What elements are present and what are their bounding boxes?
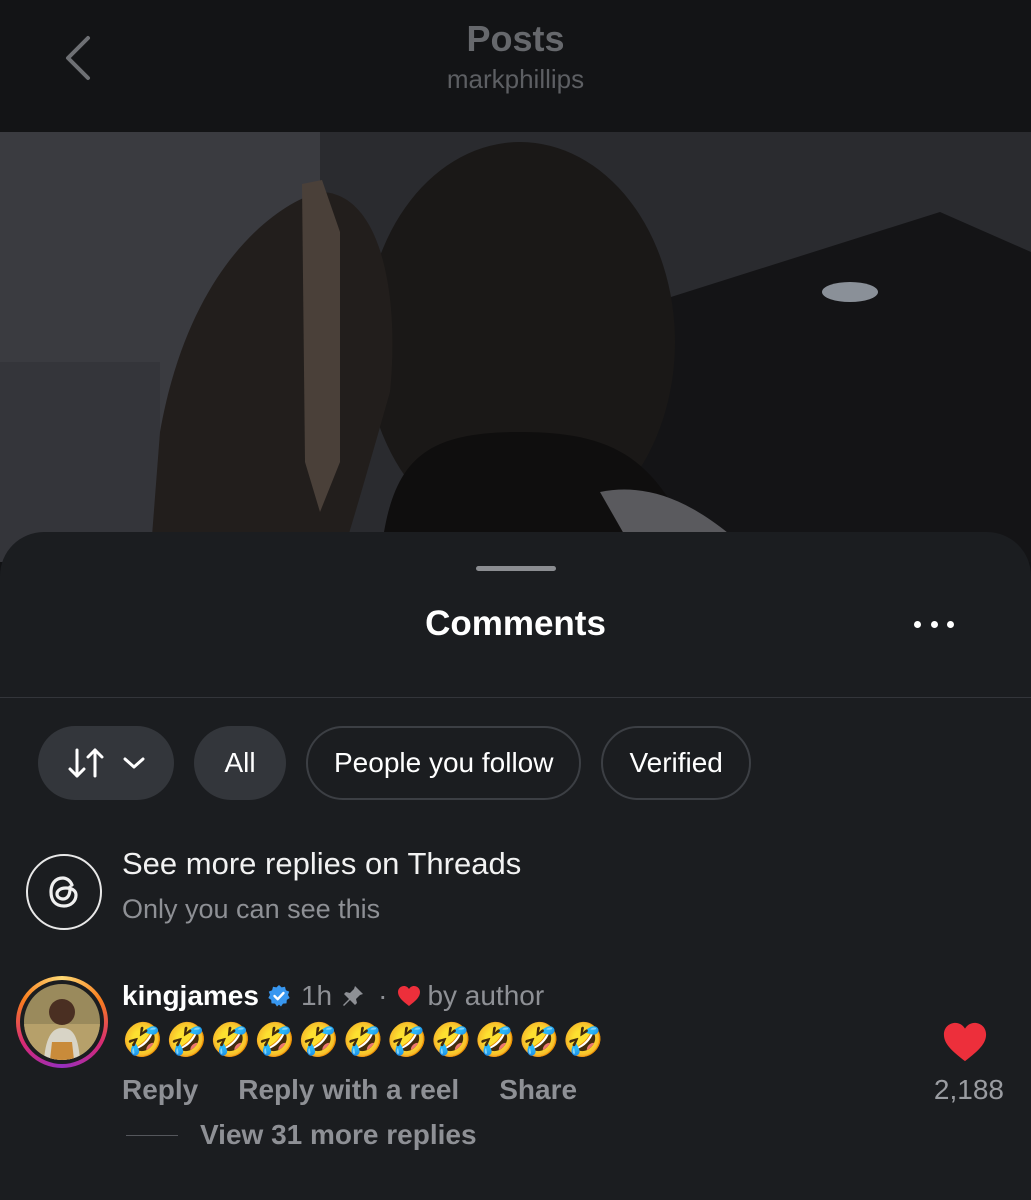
comment-username[interactable]: kingjames <box>122 980 259 1012</box>
reply-button[interactable]: Reply <box>122 1074 198 1106</box>
threads-logo-icon <box>26 854 102 930</box>
comment-meta: kingjames 1h · by author <box>122 978 544 1014</box>
filter-chips: All People you follow Verified <box>38 726 751 800</box>
avatar-photo <box>24 984 100 1060</box>
more-dot-icon <box>914 620 921 628</box>
sort-arrows-icon <box>68 748 104 778</box>
filter-chip-all[interactable]: All <box>194 726 286 800</box>
threads-prompt[interactable]: See more replies on Threads Only you can… <box>26 844 986 934</box>
pin-icon <box>343 986 364 1006</box>
chevron-down-icon <box>123 757 145 769</box>
divider <box>0 697 1031 698</box>
more-options-button[interactable] <box>910 610 958 638</box>
comment-actions: Reply Reply with a reel Share <box>122 1074 577 1106</box>
sort-button[interactable] <box>38 726 174 800</box>
heart-icon <box>398 986 421 1006</box>
comments-sheet: Comments All People you follow Verified <box>0 532 1031 1200</box>
liked-by-author-label: by author <box>427 980 545 1011</box>
view-more-replies-label: View 31 more replies <box>200 1119 477 1150</box>
filter-chip-people-you-follow[interactable]: People you follow <box>306 726 582 800</box>
more-dot-icon <box>930 620 938 628</box>
page-subtitle-username[interactable]: markphillips <box>0 64 1031 95</box>
top-bar: Posts markphillips <box>0 0 1031 132</box>
post-media[interactable] <box>0 132 1031 562</box>
reply-with-reel-button[interactable]: Reply with a reel <box>238 1074 459 1106</box>
comment-text: 🤣🤣🤣🤣🤣🤣🤣🤣🤣🤣🤣 <box>122 1020 607 1059</box>
separator-dot: · <box>378 980 388 1011</box>
share-button[interactable]: Share <box>499 1074 577 1106</box>
comment-time: 1h <box>300 980 333 1011</box>
replies-divider-line <box>126 1134 178 1136</box>
avatar[interactable] <box>16 976 108 1068</box>
comments-title: Comments <box>425 604 606 643</box>
threads-prompt-subtitle: Only you can see this <box>122 894 381 924</box>
threads-prompt-title: See more replies on Threads <box>122 846 522 881</box>
view-more-replies-button[interactable]: View 31 more replies <box>126 1118 477 1152</box>
filter-chip-verified[interactable]: Verified <box>601 726 751 800</box>
sheet-drag-handle[interactable] <box>476 566 556 571</box>
page-title: Posts <box>466 18 565 59</box>
more-dot-icon <box>947 620 954 628</box>
video-frame-image <box>0 132 1031 562</box>
verified-badge-icon <box>268 985 290 1007</box>
like-heart-icon[interactable] <box>942 1020 988 1064</box>
like-count: 2,188 <box>933 1074 1004 1105</box>
